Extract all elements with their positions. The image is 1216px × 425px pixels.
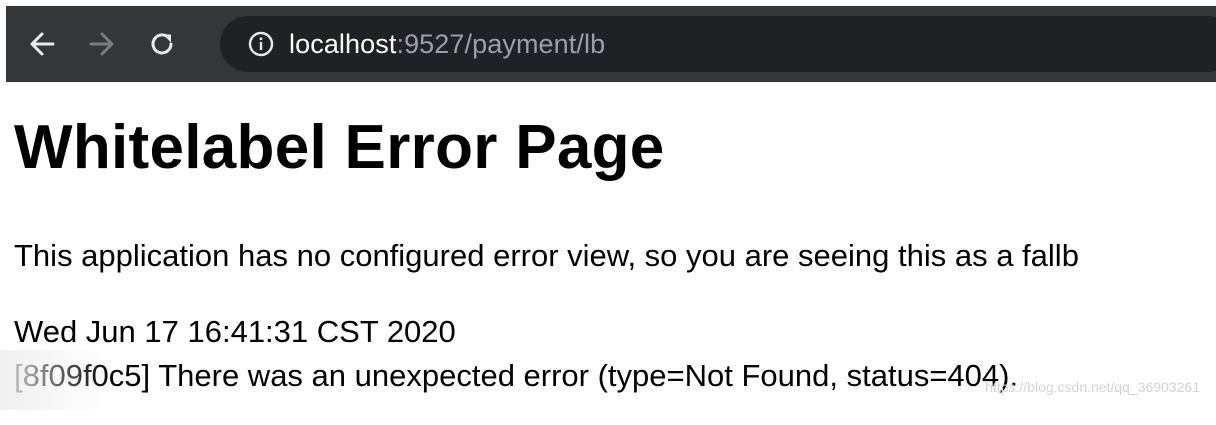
reload-icon — [151, 33, 173, 55]
reload-button[interactable] — [140, 22, 184, 66]
browser-toolbar: localhost:9527/payment/lb — [6, 6, 1216, 82]
page-title: Whitelabel Error Page — [14, 113, 665, 182]
browser-window: localhost:9527/payment/lb Whitelabel Err… — [0, 0, 1216, 425]
error-message: [8f09f0c5] There was an unexpected error… — [14, 358, 1019, 393]
left-edge-shadow — [0, 350, 110, 410]
address-bar[interactable]: localhost:9527/payment/lb — [220, 16, 1216, 72]
forward-arrow-icon — [89, 32, 114, 56]
back-button[interactable] — [20, 22, 64, 66]
url-text[interactable]: localhost:9527/payment/lb — [289, 29, 605, 60]
forward-button[interactable] — [80, 22, 124, 66]
url-host: localhost — [289, 28, 397, 59]
error-description: This application has no configured error… — [14, 238, 1079, 273]
back-arrow-icon — [30, 32, 55, 56]
info-icon[interactable] — [247, 30, 275, 58]
url-path: :9527/payment/lb — [396, 28, 606, 59]
watermark: https://blog.csdn.net/qq_36903261 — [985, 379, 1200, 395]
error-timestamp: Wed Jun 17 16:41:31 CST 2020 — [14, 314, 456, 349]
